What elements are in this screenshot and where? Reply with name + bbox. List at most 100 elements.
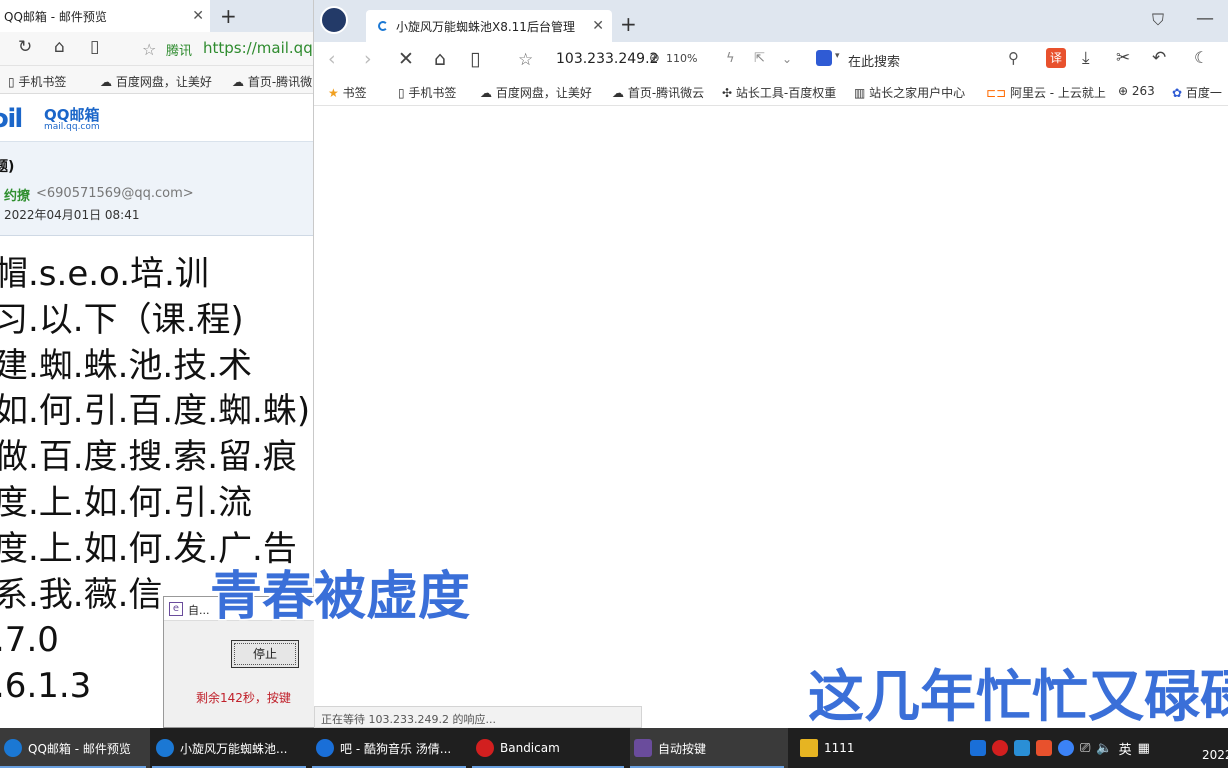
- search-input[interactable]: 在此搜索: [848, 51, 900, 70]
- bookmark-item[interactable]: ⊕ 263: [1118, 84, 1155, 98]
- mail-body-line: 习.以.下（课.程): [0, 299, 244, 340]
- cloud-tray-icon[interactable]: [1058, 740, 1074, 756]
- network-icon[interactable]: ⎚: [1080, 741, 1090, 756]
- undo-icon[interactable]: ↶: [1152, 48, 1166, 68]
- bookmark-item[interactable]: ☁ 首页-腾讯微: [232, 73, 312, 90]
- kugou-tray-icon[interactable]: [970, 740, 986, 756]
- close-icon[interactable]: ✕: [592, 18, 604, 34]
- taskbar-item-autokey[interactable]: 自动按键: [630, 728, 788, 768]
- site-label: 腾讯: [166, 44, 193, 59]
- ime-indicator[interactable]: 英: [1119, 739, 1132, 758]
- right-tab-active[interactable]: 小旋风万能蜘蛛池X8.11后台管理 ✕: [366, 10, 612, 42]
- mail-body-line: 如.何.引.百.度.蜘.蛛): [0, 391, 311, 432]
- mail-subject: 题): [0, 159, 15, 175]
- qqmail-logo-bar: ɔil QQ邮箱 mail.qq.com: [0, 96, 313, 142]
- folder-icon: [800, 739, 818, 757]
- translate-button[interactable]: 译: [1046, 48, 1066, 68]
- qqmail-logo-icon: ɔil: [0, 104, 23, 134]
- chevron-down-icon[interactable]: ▾: [835, 51, 840, 61]
- share-icon[interactable]: ⇱: [754, 51, 765, 66]
- reader-icon[interactable]: ▯: [470, 48, 480, 70]
- zoom-icon[interactable]: ⊕: [649, 51, 660, 66]
- overlay-caption-2: 这几年忙忙又碌碌: [807, 664, 1228, 732]
- bookmark-item[interactable]: ☁ 百度网盘，让美好: [480, 84, 592, 101]
- home-icon[interactable]: ⌂: [54, 37, 65, 57]
- minimize-icon[interactable]: —: [1196, 8, 1214, 29]
- bookmark-item[interactable]: ★ 书签: [328, 84, 367, 101]
- loading-spinner-icon: [378, 21, 388, 31]
- mail-body-line: 度.上.如.何.引.流: [0, 482, 253, 523]
- right-bookmark-bar: ★ 书签 ▯ 手机书签 ☁ 百度网盘，让美好 ☁ 首页-腾讯微云 ✣ 站长工具-…: [314, 76, 1228, 106]
- download-icon[interactable]: ⤓: [1082, 48, 1090, 68]
- taskbar-item-qqmail[interactable]: QQ邮箱 - 邮件预览: [0, 728, 150, 768]
- mail-sender-name[interactable]: 约撩: [4, 185, 30, 204]
- taskbar-item-spider-pool[interactable]: 小旋风万能蜘蛛池...: [152, 728, 310, 768]
- mail-body-line: 帽.s.e.o.培.训: [0, 254, 209, 294]
- bookmark-item[interactable]: ▥ 站长之家用户中心: [854, 84, 965, 101]
- mail-body-line: 做.百.度.搜.索.留.痕: [0, 437, 297, 478]
- mail-date: 2022年04月01日 08:41: [4, 208, 140, 222]
- new-tab-button[interactable]: +: [220, 4, 237, 28]
- system-tray: ⎚ 🔈 英 ▦: [970, 728, 1150, 768]
- chevron-down-icon[interactable]: ⌄: [782, 52, 792, 66]
- taskbar-item-kugou[interactable]: 吧 - 酷狗音乐 汤倩...: [312, 728, 470, 768]
- address-bar[interactable]: 103.233.249.2: [556, 51, 658, 67]
- bookmark-item[interactable]: ▯ 手机书签: [398, 84, 456, 101]
- night-mode-icon[interactable]: ☾: [1194, 48, 1208, 67]
- clock[interactable]: 2022: [1202, 748, 1228, 762]
- bookmark-item[interactable]: ✣ 站长工具-百度权重: [722, 84, 836, 101]
- taskbar: QQ邮箱 - 邮件预览 小旋风万能蜘蛛池... 吧 - 酷狗音乐 汤倩... B…: [0, 728, 1228, 768]
- bookmark-item[interactable]: ✿ 百度一: [1172, 84, 1222, 101]
- record-tray-icon[interactable]: [992, 740, 1008, 756]
- new-tab-button[interactable]: +: [620, 12, 637, 36]
- app-tray-icon[interactable]: [1036, 740, 1052, 756]
- left-tab-qqmail[interactable]: QQ邮箱 - 邮件预览 ✕: [0, 0, 210, 32]
- kugou-icon: [316, 739, 334, 757]
- qqmail-logo-subtext: mail.qq.com: [44, 122, 100, 132]
- status-bar: 正在等待 103.233.249.2 的响应...: [314, 706, 642, 728]
- back-icon[interactable]: ‹: [328, 48, 336, 70]
- volume-icon[interactable]: 🔈: [1096, 741, 1112, 756]
- app-icon: [634, 739, 652, 757]
- mail-sender-address: <690571569@qq.com>: [36, 186, 194, 201]
- close-icon[interactable]: ✕: [192, 8, 204, 24]
- browser-icon: [156, 739, 174, 757]
- mail-body-line: 建.蜘.蛛.池.技.术: [0, 345, 253, 386]
- left-nav-bar: ↻ ⌂ ▯ ☆ 腾讯 https://mail.qq.co: [0, 32, 313, 66]
- lightning-icon[interactable]: ϟ: [726, 51, 735, 66]
- bookmark-item[interactable]: ⊏⊐ 阿里云 - 上云就上: [986, 84, 1106, 101]
- refresh-icon[interactable]: ↻: [18, 37, 32, 57]
- star-icon[interactable]: ☆: [142, 40, 156, 59]
- taskbar-item-folder[interactable]: 1111: [796, 728, 956, 768]
- scissors-icon[interactable]: ✂: [1116, 48, 1130, 68]
- mail-header: 题) 约撩 <690571569@qq.com> 2022年04月01日 08:…: [0, 142, 313, 236]
- reader-icon[interactable]: ▯: [90, 37, 99, 57]
- dialog-title: 自...: [188, 604, 210, 617]
- search-box[interactable]: ▾ 在此搜索 ⚲: [816, 48, 1036, 72]
- stop-button[interactable]: 停止: [231, 640, 299, 668]
- record-icon: [476, 739, 494, 757]
- zoom-level[interactable]: 110%: [666, 52, 697, 65]
- app-icon: e: [169, 602, 183, 616]
- keyboard-icon[interactable]: ▦: [1138, 741, 1150, 756]
- overlay-caption-1: 青春被虚度: [208, 566, 471, 629]
- baidu-paw-icon[interactable]: [816, 50, 832, 66]
- stop-loading-icon[interactable]: ✕: [398, 48, 414, 70]
- avatar[interactable]: [320, 6, 348, 34]
- right-nav-bar: ‹ › ✕ ⌂ ▯ ☆ 103.233.249.2 ⊕ 110% ϟ ⇱ ⌄ ▾…: [314, 42, 1228, 76]
- search-icon[interactable]: ⚲: [1008, 49, 1019, 67]
- left-bookmark-bar: ▯ 手机书签 ☁ 百度网盘，让美好 ☁ 首页-腾讯微: [0, 66, 313, 94]
- shirt-icon[interactable]: ⛉: [1152, 10, 1164, 30]
- address-bar[interactable]: https://mail.qq.co: [203, 39, 313, 57]
- app-tray-icon[interactable]: [1014, 740, 1030, 756]
- left-tab-bar: QQ邮箱 - 邮件预览 ✕ +: [0, 0, 313, 32]
- bookmark-item[interactable]: ▯ 手机书签: [8, 73, 66, 90]
- forward-icon[interactable]: ›: [364, 48, 372, 70]
- bookmark-item[interactable]: ☁ 百度网盘，让美好: [100, 73, 212, 90]
- home-icon[interactable]: ⌂: [434, 48, 446, 70]
- taskbar-item-bandicam[interactable]: Bandicam: [472, 728, 628, 768]
- right-tab-bar: 小旋风万能蜘蛛池X8.11后台管理 ✕ + ⛉ —: [314, 0, 1228, 42]
- right-tab-title: 小旋风万能蜘蛛池X8.11后台管理: [396, 19, 575, 34]
- star-icon[interactable]: ☆: [518, 50, 533, 70]
- bookmark-item[interactable]: ☁ 首页-腾讯微云: [612, 84, 704, 101]
